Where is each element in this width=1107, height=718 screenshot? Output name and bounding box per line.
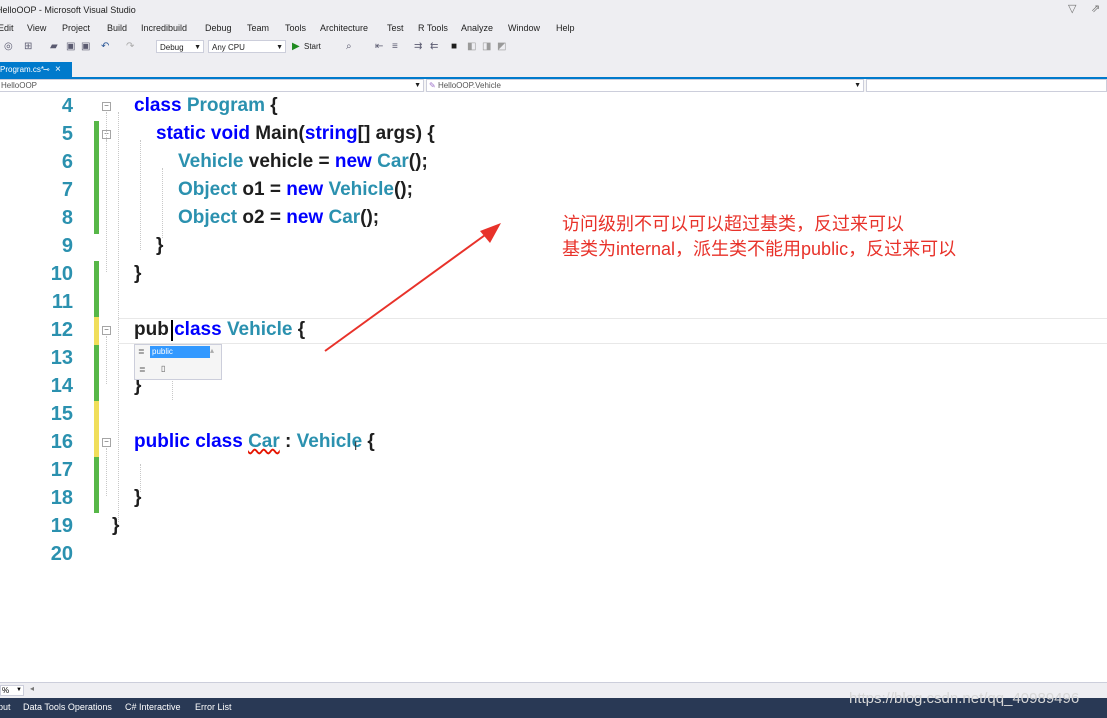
menu-debug[interactable]: Debug bbox=[205, 23, 232, 33]
standard-toolbar: ◎ ⊞ ▰ ▣ ▣ ↶ ↷ Debug ▼ Any CPU ▼ ▶ Start ⌕ … bbox=[0, 37, 1107, 59]
project-dropdown[interactable]: HelloOOP ▼ bbox=[0, 79, 424, 92]
tab-label: Program.cs* bbox=[0, 65, 45, 74]
class-icon: ✎ bbox=[429, 81, 436, 90]
menu-view[interactable]: View bbox=[27, 23, 46, 33]
outline-icon[interactable]: ≡ bbox=[392, 41, 398, 53]
tab-data-tools-operations[interactable]: Data Tools Operations bbox=[23, 702, 112, 712]
new-project-icon[interactable]: ⊞ bbox=[24, 41, 32, 53]
annotation-line-2: 基类为internal，派生类不能用public，反过来可以 bbox=[562, 239, 957, 259]
solution-platform-select[interactable]: Any CPU ▼ bbox=[208, 40, 286, 53]
save-all-icon[interactable]: ▣ bbox=[81, 41, 90, 53]
open-file-icon[interactable]: ▰ bbox=[50, 41, 58, 53]
menu-team[interactable]: Team bbox=[247, 23, 269, 33]
menu-bar: Edit View Project Build Incredibuild Deb… bbox=[0, 20, 1107, 37]
watermark: https://blog.csdn.net/qq_40989496 bbox=[849, 690, 1080, 707]
indent-icon[interactable]: ⇉ bbox=[414, 41, 422, 53]
code-editor[interactable]: 4 5 6 7 8 9 10 11 12 13 14 15 16 17 18 1… bbox=[0, 92, 1107, 682]
tab-csharp-interactive[interactable]: C# Interactive bbox=[125, 702, 181, 712]
play-icon[interactable]: ▶ bbox=[292, 41, 300, 53]
start-button[interactable]: Start bbox=[304, 41, 321, 53]
menu-window[interactable]: Window bbox=[508, 23, 540, 33]
navigation-bar: HelloOOP ▼ ✎ HelloOOP.Vehicle ▼ bbox=[0, 79, 1107, 93]
tab-error-list[interactable]: Error List bbox=[195, 702, 232, 712]
chevron-down-icon: ▼ bbox=[194, 44, 201, 51]
configuration-value: Debug bbox=[160, 43, 184, 52]
solution-configuration-select[interactable]: Debug ▼ bbox=[156, 40, 204, 53]
menu-edit[interactable]: Edit bbox=[0, 23, 14, 33]
project-value: HelloOOP bbox=[1, 81, 38, 90]
prev-bookmark-icon[interactable]: ◧ bbox=[467, 41, 476, 53]
member-value: HelloOOP.Vehicle bbox=[437, 81, 501, 90]
bookmark-icon[interactable]: ■ bbox=[451, 41, 457, 53]
tab-output[interactable]: put bbox=[0, 702, 11, 712]
clear-bookmarks-icon[interactable]: ◩ bbox=[497, 41, 506, 53]
redo-icon[interactable]: ↷ bbox=[126, 41, 134, 53]
chevron-down-icon: ▼ bbox=[276, 44, 283, 51]
member-dropdown-2[interactable] bbox=[866, 79, 1107, 92]
annotation-line-1: 访问级别不可以可以超过基类，反过来可以 bbox=[562, 214, 904, 234]
title-bar: HelloOOP - Microsoft Visual Studio ▽ ⇗ bbox=[0, 0, 1107, 20]
filter-icon[interactable]: ▽ bbox=[1068, 2, 1076, 15]
next-bookmark-icon[interactable]: ◨ bbox=[482, 41, 491, 53]
zoom-value: % bbox=[2, 686, 10, 695]
member-dropdown[interactable]: ✎ HelloOOP.Vehicle ▼ bbox=[426, 79, 864, 92]
step-icon[interactable]: ⇤ bbox=[375, 41, 383, 53]
annotation-arrow bbox=[324, 223, 501, 352]
window-title: HelloOOP - Microsoft Visual Studio bbox=[0, 5, 136, 15]
menu-tools[interactable]: Tools bbox=[285, 23, 306, 33]
chevron-down-icon: ▼ bbox=[854, 82, 861, 89]
menu-architecture[interactable]: Architecture bbox=[320, 23, 368, 33]
menu-build[interactable]: Build bbox=[107, 23, 127, 33]
menu-test[interactable]: Test bbox=[387, 23, 404, 33]
find-icon[interactable]: ⌕ bbox=[346, 41, 352, 53]
close-icon[interactable]: × bbox=[55, 62, 61, 77]
tab-program-cs[interactable]: Program.cs* ⊸ × bbox=[0, 62, 72, 77]
document-tab-strip: Program.cs* ⊸ × bbox=[0, 58, 1107, 77]
menu-rtools[interactable]: R Tools bbox=[418, 23, 448, 33]
menu-help[interactable]: Help bbox=[556, 23, 575, 33]
menu-analyze[interactable]: Analyze bbox=[461, 23, 493, 33]
undo-icon[interactable]: ↶ bbox=[101, 41, 109, 53]
menu-incredibuild[interactable]: Incredibuild bbox=[141, 23, 187, 33]
menu-project[interactable]: Project bbox=[62, 23, 90, 33]
back-icon[interactable]: ◎ bbox=[4, 41, 13, 53]
save-icon[interactable]: ▣ bbox=[66, 41, 75, 53]
feedback-icon[interactable]: ⇗ bbox=[1091, 2, 1100, 15]
zoom-select[interactable]: % ▼ bbox=[0, 685, 24, 696]
platform-value: Any CPU bbox=[212, 43, 245, 52]
chevron-down-icon: ▼ bbox=[414, 82, 421, 89]
outdent-icon[interactable]: ⇇ bbox=[430, 41, 438, 53]
scroll-left-icon[interactable]: ◂ bbox=[30, 684, 34, 693]
chevron-down-icon: ▼ bbox=[16, 687, 22, 693]
pin-icon[interactable]: ⊸ bbox=[43, 62, 50, 77]
